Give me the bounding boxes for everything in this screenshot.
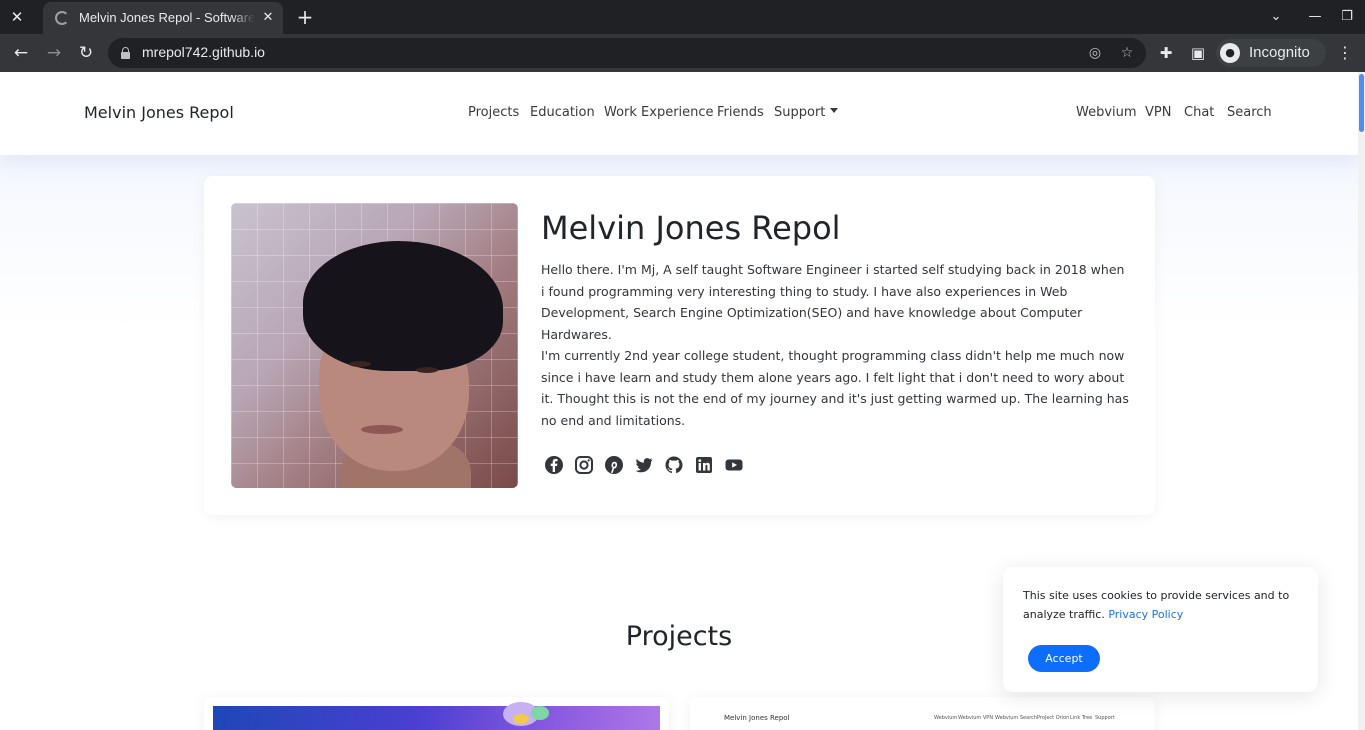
nav-link-projects[interactable]: Projects (468, 105, 519, 120)
profile-status: I'm currently 2nd year college student, … (541, 348, 1129, 429)
puzzle-icon[interactable]: ✚ (1155, 42, 1177, 64)
scrollbar-thumb[interactable] (1359, 74, 1364, 132)
nav-link-chat[interactable]: Chat (1184, 105, 1214, 120)
nav-link-vpn[interactable]: VPN (1145, 105, 1171, 120)
cookie-banner: This site uses cookies to provide servic… (1003, 567, 1318, 692)
nav-link-friends[interactable]: Friends (717, 105, 764, 120)
eye-off-icon[interactable]: ◎ (1085, 43, 1105, 63)
profile-photo (231, 203, 518, 488)
back-icon[interactable]: ← (9, 41, 33, 65)
browser-toolbar: ← → ↻ mrepol742.github.io ◎ ☆ ✚ ▣ ● Inco… (0, 34, 1365, 72)
facebook-icon[interactable] (544, 455, 564, 475)
tab-close-icon[interactable]: ✕ (259, 9, 277, 27)
incognito-label: Incognito (1249, 44, 1310, 61)
cookie-message: This site uses cookies to provide servic… (1023, 586, 1303, 624)
nav-link-work-experience[interactable]: Work Experience (604, 105, 714, 120)
linkedin-icon[interactable] (694, 455, 714, 475)
page-scrollbar[interactable] (1358, 72, 1365, 730)
preview-link: Link Tree (1070, 715, 1093, 721)
instagram-icon[interactable] (574, 455, 594, 475)
close-icon[interactable]: ✕ (6, 6, 28, 28)
privacy-policy-link[interactable]: Privacy Policy (1108, 608, 1183, 621)
side-panel-icon[interactable]: ▣ (1187, 42, 1209, 64)
star-icon[interactable]: ☆ (1117, 43, 1137, 63)
github-icon[interactable] (664, 455, 684, 475)
chevron-down-icon[interactable]: ⌄ (1266, 7, 1286, 27)
browser-tab[interactable]: Melvin Jones Repol - Software Engineer ✕ (43, 2, 283, 34)
nav-link-search[interactable]: Search (1227, 105, 1272, 120)
browser-tab-bar: ✕ Melvin Jones Repol - Software Engineer… (0, 0, 1365, 34)
page-viewport: Melvin Jones Repol Projects Education Wo… (0, 72, 1365, 730)
reload-icon[interactable]: ↻ (74, 41, 98, 65)
preview-link: Webvium VPN (958, 715, 994, 721)
project-card[interactable]: Melvin Jones Repol Webvium Webvium VPN W… (690, 697, 1155, 730)
profile-name: Melvin Jones Repol (541, 209, 841, 247)
nav-link-webvium[interactable]: Webvium (1076, 105, 1137, 120)
site-navbar: Melvin Jones Repol Projects Education Wo… (0, 72, 1358, 155)
accept-cookies-button[interactable]: Accept (1028, 645, 1100, 672)
minimize-icon[interactable]: — (1305, 7, 1325, 27)
project-thumbnail (213, 702, 660, 730)
address-bar[interactable]: mrepol742.github.io ◎ ☆ (108, 38, 1146, 68)
new-tab-icon[interactable]: + (294, 6, 316, 28)
project-card[interactable] (204, 697, 669, 730)
loading-spinner-icon (55, 11, 69, 25)
site-brand[interactable]: Melvin Jones Repol (84, 103, 234, 122)
preview-link: Project Orion (1037, 715, 1070, 721)
caret-down-icon (830, 108, 839, 113)
kebab-menu-icon[interactable]: ⋮ (1335, 41, 1355, 65)
tab-title: Melvin Jones Repol - Software Engineer (79, 10, 255, 25)
forward-icon[interactable]: → (42, 41, 66, 65)
incognito-badge[interactable]: ● Incognito (1216, 39, 1326, 67)
preview-link: Support (1095, 715, 1115, 721)
nav-link-education[interactable]: Education (530, 105, 595, 120)
pinterest-icon[interactable] (604, 455, 624, 475)
twitter-icon[interactable] (634, 455, 654, 475)
url-text[interactable]: mrepol742.github.io (142, 44, 265, 60)
restore-icon[interactable]: ❐ (1337, 7, 1357, 27)
lock-icon[interactable] (121, 47, 130, 59)
preview-link: Webvium (934, 715, 958, 721)
preview-brand: Melvin Jones Repol (724, 714, 790, 722)
profile-card: Melvin Jones Repol Hello there. I'm Mj, … (204, 176, 1155, 515)
youtube-icon[interactable] (724, 455, 744, 475)
nav-link-support: Support (774, 105, 826, 120)
profile-intro: Hello there. I'm Mj, A self taught Softw… (541, 262, 1125, 343)
nav-dropdown-support[interactable]: Support (774, 105, 839, 120)
preview-link: Webvium Search (995, 715, 1038, 721)
incognito-icon: ● (1220, 43, 1240, 63)
